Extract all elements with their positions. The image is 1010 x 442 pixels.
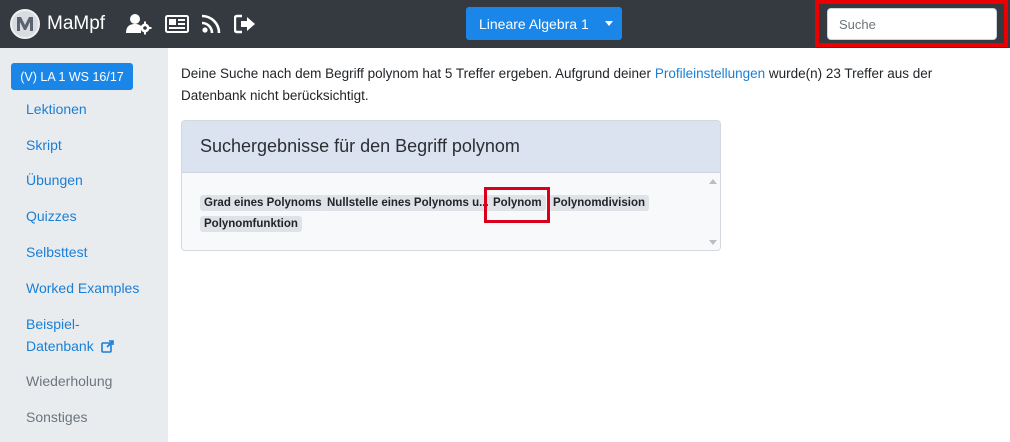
sidebar-item-worked-examples[interactable]: Worked Examples — [26, 277, 139, 299]
tag-grad-eines-polynoms[interactable]: Grad eines Polynoms — [200, 195, 326, 211]
sidebar-item-lektionen[interactable]: Lektionen — [26, 98, 87, 120]
search-results-title: Suchergebnisse für den Begriff polynom — [200, 136, 520, 156]
user-gear-icon[interactable] — [126, 12, 152, 36]
search-highlight-frame — [815, 0, 1008, 47]
search-summary: Deine Suche nach dem Begriff polynom hat… — [181, 63, 981, 107]
logout-icon[interactable] — [232, 12, 258, 36]
sidebar-item-label: Beispiel- — [26, 316, 80, 332]
tag-highlight-frame — [484, 187, 550, 223]
brand-title: MaMpf — [47, 13, 106, 34]
sidebar-item-quizzes[interactable]: Quizzes — [26, 205, 77, 227]
sidebar-item-uebungen[interactable]: Übungen — [26, 169, 83, 191]
mampf-logo-icon — [10, 9, 40, 39]
external-link-icon — [100, 337, 114, 359]
sidebar-item-selbsttest[interactable]: Selbsttest — [26, 241, 87, 263]
tag-polynomfunktion[interactable]: Polynomfunktion — [200, 216, 302, 232]
feed-icon[interactable] — [198, 12, 224, 36]
brand-link[interactable]: MaMpf — [10, 8, 105, 40]
sidebar-course-active[interactable]: (V) LA 1 WS 16/17 — [11, 63, 133, 90]
tag-polynomdivision[interactable]: Polynomdivision — [549, 195, 650, 211]
top-navbar: MaMpf Lineare Algebra 1 Suche — [0, 0, 1010, 48]
course-dropdown-label: Lineare Algebra 1 — [479, 15, 589, 32]
sidebar-item-beispiel-datenbank[interactable]: Beispiel- Datenbank — [26, 313, 114, 359]
search-summary-text: Deine Suche nach dem Begriff polynom hat… — [181, 66, 655, 81]
search-results-card: Suchergebnisse für den Begriff polynom G… — [181, 120, 721, 251]
profile-settings-link[interactable]: Profileinstellungen — [655, 66, 765, 81]
search-input[interactable] — [827, 8, 997, 40]
scroll-down-icon[interactable] — [709, 240, 717, 245]
sidebar-item-skript[interactable]: Skript — [26, 134, 62, 156]
sidebar-item-wiederholung[interactable]: Wiederholung — [26, 370, 112, 392]
search-results-header: Suchergebnisse für den Begriff polynom — [182, 121, 720, 173]
sidebar-item-label: Datenbank — [26, 338, 94, 354]
sidebar: (V) LA 1 WS 16/17 Lektionen Skript Übung… — [0, 48, 168, 442]
tag-nullstelle-eines-polynoms[interactable]: Nullstelle eines Polynoms u... — [323, 195, 493, 211]
results-scrollbar[interactable] — [705, 173, 720, 250]
chevron-down-icon — [605, 21, 613, 26]
scroll-up-icon[interactable] — [709, 179, 717, 184]
search-results-list: Grad eines Polynoms Nullstelle eines Pol… — [182, 173, 720, 250]
sidebar-item-sonstiges[interactable]: Sonstiges — [26, 406, 87, 428]
news-icon[interactable] — [164, 12, 190, 36]
course-dropdown-button[interactable]: Lineare Algebra 1 — [466, 7, 622, 40]
